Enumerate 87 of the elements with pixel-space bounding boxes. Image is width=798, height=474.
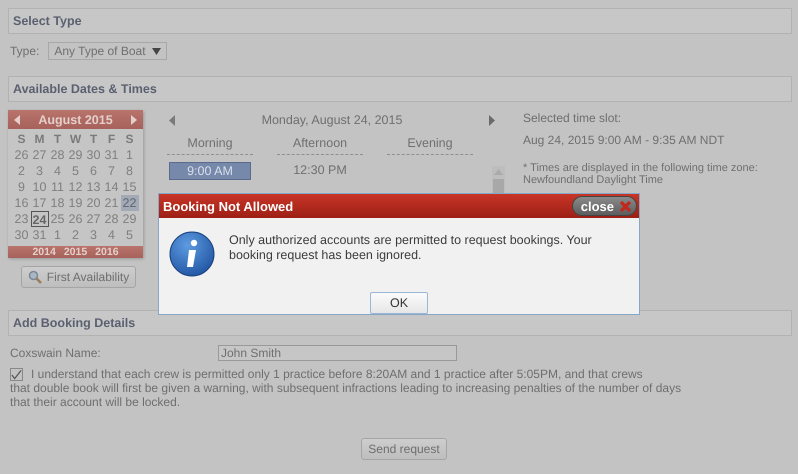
calendar-day[interactable]: 21 xyxy=(102,195,120,211)
previous-day-icon[interactable] xyxy=(169,114,175,126)
calendar-day[interactable]: 4 xyxy=(102,227,120,243)
calendar-day[interactable]: 26 xyxy=(66,211,84,227)
weekday-label: S xyxy=(16,131,26,147)
calendar-day[interactable]: 17 xyxy=(30,195,48,211)
calendar-day[interactable]: 22 xyxy=(120,195,138,211)
next-day-icon[interactable] xyxy=(488,114,495,126)
calendar-day[interactable]: 15 xyxy=(120,179,138,195)
send-request-button[interactable]: Send request xyxy=(361,438,447,460)
time-slot[interactable]: 12:30 PM xyxy=(280,162,360,178)
caret-icon xyxy=(152,48,161,54)
calendar-day[interactable]: 12 xyxy=(66,179,84,195)
coxswain-name-label: Coxswain Name: xyxy=(10,346,102,360)
calendar-day[interactable]: 18 xyxy=(48,195,66,211)
agreement-checkbox[interactable] xyxy=(10,368,23,380)
previous-month-icon[interactable] xyxy=(14,114,20,124)
calendar-day[interactable]: 23 xyxy=(12,211,30,227)
calendar-day[interactable]: 2 xyxy=(66,227,84,243)
calendar-day[interactable]: 25 xyxy=(48,211,66,227)
calendar-day[interactable]: 19 xyxy=(66,195,84,211)
calendar-day[interactable]: 20 xyxy=(84,195,102,211)
search-icon xyxy=(28,270,42,284)
period-heading: Evening xyxy=(387,136,473,155)
ok-button[interactable]: OK xyxy=(370,292,428,314)
calendar-day[interactable]: 29 xyxy=(120,211,138,227)
calendar-day[interactable]: 1 xyxy=(48,227,66,243)
section-title: Select Type xyxy=(13,14,82,28)
close-button[interactable]: close xyxy=(572,196,637,216)
calendar-day[interactable]: 26 xyxy=(12,147,30,163)
calendar-day[interactable]: 1 xyxy=(120,147,138,163)
calendar-day[interactable]: 13 xyxy=(84,179,102,195)
calendar-day[interactable]: 28 xyxy=(102,211,120,227)
weekday-label: T xyxy=(88,131,98,147)
agreement-text: that double book will first be given a warning, with subsequent infractions leading to increasing penalties of the number of days that their account will be locked. xyxy=(10,381,682,409)
calendar-day[interactable]: 5 xyxy=(120,227,138,243)
section-title: Available Dates & Times xyxy=(13,82,157,96)
calendar-day[interactable]: 6 xyxy=(84,163,102,179)
calendar-day[interactable]: 5 xyxy=(66,163,84,179)
calendar-day[interactable]: 31 xyxy=(102,147,120,163)
period-heading: Afternoon xyxy=(277,136,363,155)
month-title: August 2015 xyxy=(38,112,113,126)
calendar-day[interactable]: 11 xyxy=(48,179,66,195)
calendar-day[interactable]: 24 xyxy=(30,211,48,227)
weekday-label: W xyxy=(68,131,82,147)
calendar-day[interactable]: 3 xyxy=(84,227,102,243)
calendar-day[interactable]: 3 xyxy=(30,163,48,179)
year-link[interactable]: 2014 xyxy=(32,246,56,258)
type-label: Type: xyxy=(10,44,40,58)
calendar-day[interactable]: 14 xyxy=(102,179,120,195)
info-icon xyxy=(169,231,215,277)
weekday-label: F xyxy=(106,131,116,147)
calendar-day[interactable]: 27 xyxy=(30,147,48,163)
year-link[interactable]: 2016 xyxy=(95,246,119,258)
calendar-day[interactable]: 8 xyxy=(120,163,138,179)
section-title: Add Booking Details xyxy=(13,316,136,330)
dialog-message: Only authorized accounts are permitted to request bookings. Your booking request has been ignored. xyxy=(229,233,593,264)
selected-slot-value: Aug 24, 2015 9:00 AM - 9:35 AM NDT xyxy=(523,133,726,147)
agreement-text: I understand that each crew is permitted only 1 practice before 8:20AM and 1 practice after 5:05PM, and that crews xyxy=(31,367,643,381)
year-link[interactable]: 2015 xyxy=(64,246,88,258)
schedule-date: Monday, August 24, 2015 xyxy=(262,113,402,127)
timezone-note: * Times are displayed in the following time zone: xyxy=(523,162,758,174)
weekday-label: T xyxy=(52,131,62,147)
calendar-day[interactable]: 9 xyxy=(12,179,30,195)
calendar-day[interactable]: 10 xyxy=(30,179,48,195)
dialog-title: Booking Not Allowed xyxy=(163,198,294,214)
calendar-day[interactable]: 30 xyxy=(84,147,102,163)
calendar-day[interactable]: 30 xyxy=(12,227,30,243)
calendar-day[interactable]: 16 xyxy=(12,195,30,211)
calendar-day[interactable]: 27 xyxy=(84,211,102,227)
calendar-day[interactable]: 29 xyxy=(66,147,84,163)
weekday-label: M xyxy=(34,131,46,147)
close-icon xyxy=(619,200,632,212)
first-availability-button[interactable]: First Availability xyxy=(20,266,136,288)
next-month-icon[interactable] xyxy=(131,114,137,124)
coxswain-name-field[interactable]: John Smith xyxy=(218,345,457,361)
calendar-day[interactable]: 31 xyxy=(30,227,48,243)
type-dropdown[interactable]: Any Type of Boat xyxy=(48,42,167,60)
time-slot[interactable]: 9:00 AM xyxy=(169,162,251,180)
timezone-name: Newfoundland Daylight Time xyxy=(523,174,664,186)
calendar-day[interactable]: 2 xyxy=(12,163,30,179)
period-heading: Morning xyxy=(167,136,253,155)
weekday-label: S xyxy=(124,131,134,147)
calendar-day[interactable]: 28 xyxy=(48,147,66,163)
calendar-day[interactable]: 4 xyxy=(48,163,66,179)
calendar-day[interactable]: 7 xyxy=(102,163,120,179)
selected-slot-label: Selected time slot: xyxy=(523,111,622,125)
